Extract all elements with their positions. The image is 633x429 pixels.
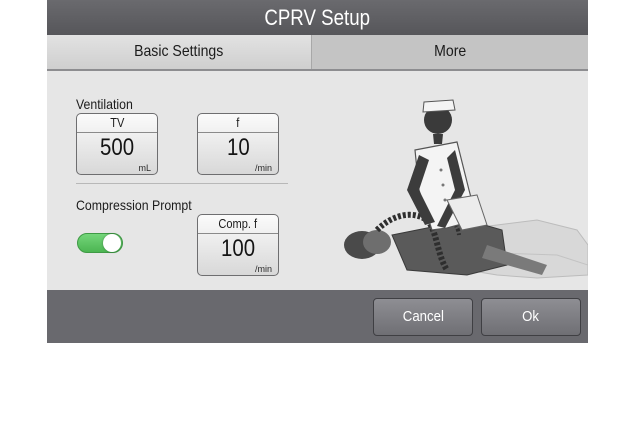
tv-unit: mL [138, 163, 151, 173]
ventilation-label-text: Ventilation [76, 96, 133, 112]
comp-f-name: Comp. f [198, 215, 278, 234]
dialog-footer: Cancel Ok [47, 290, 588, 343]
comp-f-button[interactable]: Comp. f 100 /min [197, 214, 279, 276]
f-name: f [198, 114, 278, 133]
dialog-title-bar: CPRV Setup [47, 0, 588, 35]
comp-f-name-text: Comp. f [218, 216, 258, 231]
ok-button-label: Ok [522, 308, 540, 325]
ventilation-label: Ventilation [76, 96, 141, 112]
tv-value: 500 [77, 134, 157, 162]
tab-basic-settings-label: Basic Settings [134, 43, 224, 60]
toggle-knob [103, 234, 121, 252]
tab-more[interactable]: More [312, 35, 588, 69]
f-button[interactable]: f 10 /min [197, 113, 279, 175]
tv-button[interactable]: TV 500 mL [76, 113, 158, 175]
dialog-title: CPRV Setup [264, 5, 371, 30]
compression-prompt-label-text: Compression Prompt [76, 197, 192, 213]
f-value: 10 [198, 134, 278, 162]
f-value-text: 10 [226, 134, 250, 161]
compression-prompt-label: Compression Prompt [76, 197, 208, 213]
cprv-setup-dialog: CPRV Setup Basic Settings More Ventilati… [47, 0, 588, 343]
tab-bar: Basic Settings More [47, 35, 588, 71]
section-divider [76, 183, 288, 184]
tv-name: TV [77, 114, 157, 133]
ok-button[interactable]: Ok [481, 298, 581, 336]
tab-basic-settings[interactable]: Basic Settings [47, 35, 312, 69]
comp-f-unit: /min [254, 264, 272, 274]
tab-more-label: More [433, 43, 467, 60]
tv-name-text: TV [109, 115, 125, 130]
tv-value-text: 500 [99, 134, 135, 161]
cpr-illustration-icon [344, 99, 588, 279]
cancel-button-label: Cancel [402, 308, 444, 325]
compression-prompt-toggle[interactable] [77, 233, 123, 253]
comp-f-value: 100 [198, 235, 278, 263]
f-name-text: f [236, 115, 240, 130]
cancel-button[interactable]: Cancel [373, 298, 473, 336]
comp-f-value-text: 100 [220, 235, 256, 262]
f-unit: /min [254, 163, 272, 173]
